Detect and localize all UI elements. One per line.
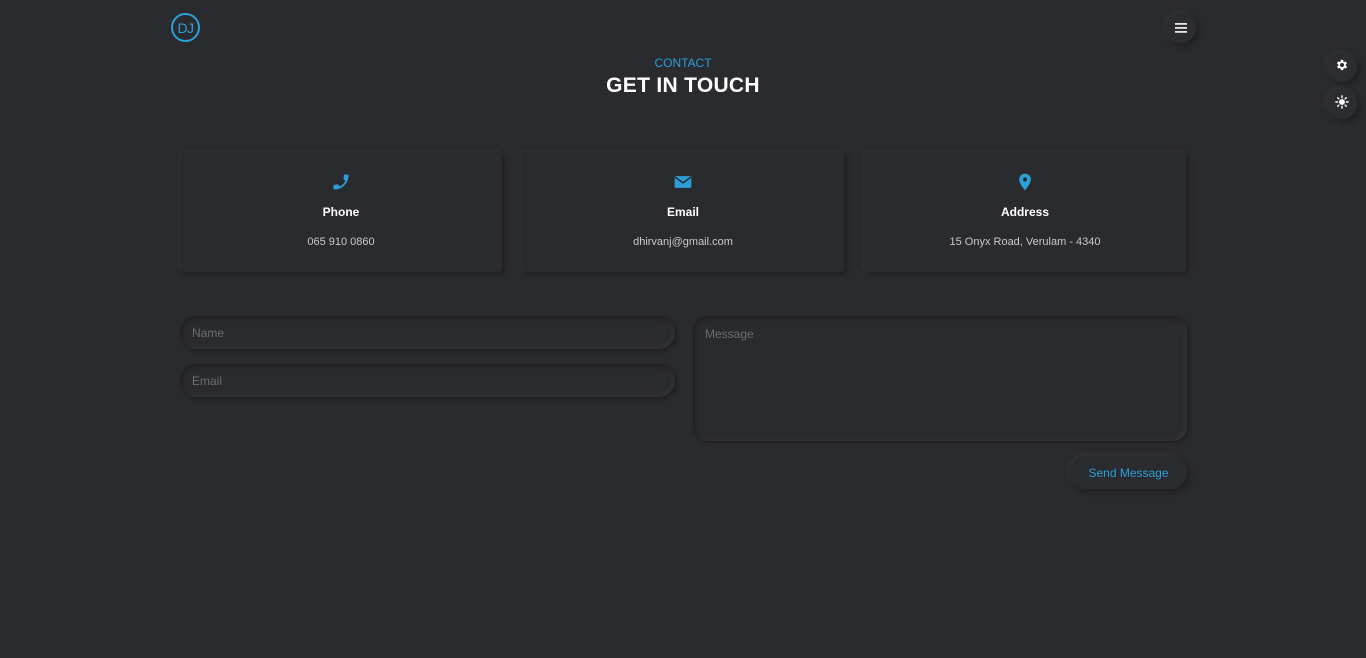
- address-value: 15 Onyx Road, Verulam - 4340: [949, 236, 1101, 248]
- menu-button[interactable]: [1166, 13, 1196, 43]
- phone-card: Phone 065 910 0860: [180, 152, 502, 272]
- address-card: Address 15 Onyx Road, Verulam - 4340: [864, 152, 1186, 272]
- email-input[interactable]: [180, 364, 675, 397]
- contact-page: DJ CONTACT GET IN TOUCH Phone 065 910 08…: [0, 0, 1366, 658]
- contact-cards: Phone 065 910 0860 Email dhirvanj@gmail.…: [180, 152, 1187, 272]
- email-label: Email: [666, 205, 699, 219]
- logo[interactable]: DJ: [171, 13, 200, 42]
- phone-icon: [180, 172, 502, 192]
- email-value: dhirvanj@gmail.com: [633, 236, 733, 248]
- phone-label: Phone: [322, 205, 360, 219]
- phone-value: 065 910 0860: [307, 236, 375, 248]
- page-title: GET IN TOUCH: [606, 74, 760, 97]
- logo-text: DJ: [177, 19, 194, 36]
- hamburger-icon: [1175, 23, 1187, 33]
- envelope-icon: [522, 172, 844, 192]
- map-pin-icon: [864, 172, 1186, 192]
- message-textarea[interactable]: [693, 316, 1187, 441]
- section-eyebrow: CONTACT: [654, 56, 712, 70]
- address-label: Address: [1000, 205, 1050, 219]
- email-card: Email dhirvanj@gmail.com: [522, 152, 844, 272]
- send-message-button[interactable]: Send Message: [1070, 456, 1187, 489]
- name-input[interactable]: [180, 316, 675, 349]
